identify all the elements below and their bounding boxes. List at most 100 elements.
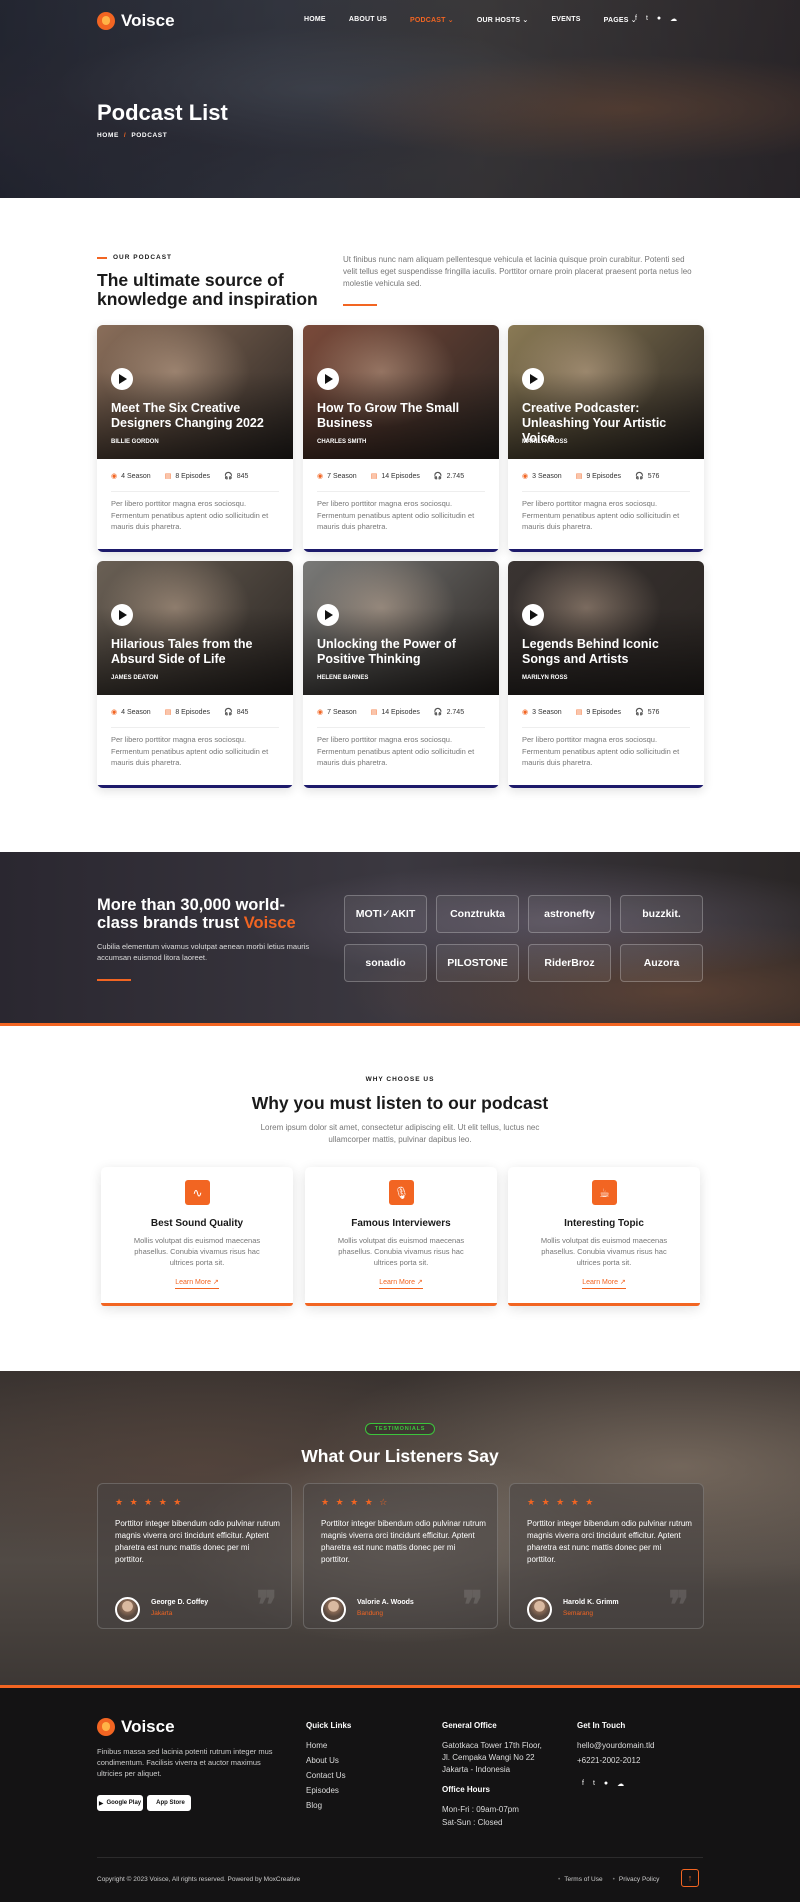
- breadcrumb-home[interactable]: HOME: [97, 132, 119, 139]
- podcast-description: Per libero porttitor magna eros sociosqu…: [522, 735, 680, 767]
- podcast-season-value: 7 Season: [327, 472, 357, 480]
- card-accent-bar: [508, 549, 704, 552]
- nav-item-pages[interactable]: PAGES ⌄: [604, 16, 637, 24]
- why-text: Lorem ipsum dolor sit amet, consectetur …: [260, 1123, 540, 1144]
- quick-link[interactable]: Episodes: [306, 1786, 339, 1795]
- learn-more-link[interactable]: Learn More ↗: [101, 1278, 293, 1289]
- podcast-title[interactable]: How To Grow The Small Business: [317, 401, 493, 431]
- feature-accent-bar: [508, 1303, 700, 1306]
- coffee-cup-icon: ☕: [592, 1180, 617, 1205]
- episodes-icon: ▤: [575, 709, 583, 716]
- page-title: Podcast List: [97, 100, 228, 125]
- learn-more-link[interactable]: Learn More ↗: [508, 1278, 700, 1289]
- podcast-card[interactable]: How To Grow The Small Business CHARLES SM…: [303, 325, 499, 552]
- podcast-card[interactable]: Unlocking the Power of Positive Thinking…: [303, 561, 499, 788]
- accent-divider: [343, 304, 377, 306]
- quick-link[interactable]: About Us: [306, 1756, 339, 1765]
- nav-item-about[interactable]: ABOUT US: [349, 16, 387, 24]
- podcast-card[interactable]: Legends Behind Iconic Songs and Artists M…: [508, 561, 704, 788]
- terms-link[interactable]: Terms of Use: [558, 1876, 602, 1883]
- learn-more-link[interactable]: Learn More ↗: [305, 1278, 497, 1289]
- footer-logo[interactable]: Voisce: [97, 1717, 175, 1737]
- episodes-icon: ▤: [164, 709, 172, 716]
- brand-logo: PILOSTONE: [436, 944, 519, 982]
- facebook-icon[interactable]: f: [635, 15, 637, 23]
- play-icon[interactable]: [317, 368, 339, 390]
- nav-item-home[interactable]: HOME: [304, 16, 326, 24]
- quick-link[interactable]: Home: [306, 1741, 327, 1750]
- whatsapp-icon[interactable]: ●: [657, 15, 661, 23]
- play-icon[interactable]: [111, 368, 133, 390]
- podcast-season: ◉ 3 Season: [522, 708, 562, 717]
- feature-card: ☕ Interesting Topic Mollis volutpat dis eu…: [508, 1167, 700, 1306]
- site-logo[interactable]: Voisce: [97, 11, 175, 31]
- podcast-title[interactable]: Meet The Six Creative Designers Changing…: [111, 401, 287, 431]
- episodes-icon: ▤: [164, 473, 172, 480]
- microphone-icon: 🎙: [389, 1180, 414, 1205]
- podcast-episodes-value: 8 Episodes: [175, 472, 210, 480]
- play-icon[interactable]: [522, 604, 544, 626]
- podcast-card[interactable]: Hilarious Tales from the Absurd Side of …: [97, 561, 293, 788]
- nav-item-events[interactable]: EVENTS: [551, 16, 580, 24]
- twitter-icon[interactable]: t: [593, 1780, 595, 1788]
- app-store-button[interactable]: App Store: [147, 1795, 191, 1811]
- footer-email[interactable]: hello@yourdomain.tld: [577, 1741, 655, 1750]
- episodes-icon: ▤: [575, 473, 583, 480]
- mic-icon: ◉: [317, 709, 324, 716]
- feature-card: 🎙 Famous Interviewers Mollis volutpat dis …: [305, 1167, 497, 1306]
- podcast-listens-value: 2.745: [446, 472, 465, 480]
- quick-link[interactable]: Contact Us: [306, 1771, 346, 1780]
- hours-title: Office Hours: [442, 1785, 491, 1794]
- hours-line: Mon-Fri : 09am-07pm: [442, 1805, 519, 1814]
- soundcloud-icon[interactable]: ☁: [670, 15, 677, 23]
- quote-icon: ❞: [462, 1582, 483, 1627]
- quote-icon: ❞: [256, 1582, 277, 1627]
- podcast-title[interactable]: Legends Behind Iconic Songs and Artists: [522, 637, 698, 667]
- brand-logo: RiderBroz: [528, 944, 611, 982]
- play-icon[interactable]: [317, 604, 339, 626]
- reviewer-location: Semarang: [563, 1610, 593, 1617]
- podcast-title[interactable]: Unlocking the Power of Positive Thinking: [317, 637, 493, 667]
- quick-link[interactable]: Blog: [306, 1801, 322, 1810]
- app-store-label: App Store: [156, 1800, 185, 1806]
- brand-logo: astronefty: [528, 895, 611, 933]
- hero-banner: Voisce HOME ABOUT US PODCAST ⌄ OUR HOSTS…: [0, 0, 800, 198]
- card-accent-bar: [303, 549, 499, 552]
- podcast-meta: ◉ 3 Season ▤ 9 Episodes 🎧 576: [522, 472, 692, 481]
- logo-text: Voisce: [121, 11, 175, 30]
- podcast-title[interactable]: Hilarious Tales from the Absurd Side of …: [111, 637, 287, 667]
- podcast-season: ◉ 3 Season: [522, 472, 562, 481]
- privacy-link[interactable]: Privacy Policy: [613, 1876, 659, 1883]
- podcast-card[interactable]: Creative Podcaster: Unleashing Your Arti…: [508, 325, 704, 552]
- avatar: [527, 1597, 552, 1622]
- podcast-listens: 🎧 576: [635, 472, 659, 481]
- facebook-icon[interactable]: f: [582, 1780, 584, 1788]
- card-accent-bar: [303, 785, 499, 788]
- podcast-meta: ◉ 3 Season ▤ 9 Episodes 🎧 576: [522, 708, 692, 717]
- podcast-card[interactable]: Meet The Six Creative Designers Changing…: [97, 325, 293, 552]
- play-icon[interactable]: [111, 604, 133, 626]
- podcast-description: Per libero porttitor magna eros sociosqu…: [317, 735, 475, 767]
- whatsapp-icon[interactable]: ●: [604, 1780, 608, 1788]
- play-icon[interactable]: [522, 368, 544, 390]
- twitter-icon[interactable]: t: [646, 15, 648, 23]
- office-line: Jakarta - Indonesia: [442, 1765, 511, 1774]
- mic-icon: ◉: [522, 709, 529, 716]
- nav-item-podcast[interactable]: PODCAST ⌄: [410, 16, 454, 24]
- headphones-icon: 🎧: [634, 709, 644, 716]
- headphones-icon: 🎧: [433, 709, 443, 716]
- podcast-episodes: ▤ 14 Episodes: [371, 708, 420, 717]
- podcast-meta: ◉ 4 Season ▤ 8 Episodes 🎧 845: [111, 472, 281, 481]
- podcast-meta: ◉ 7 Season ▤ 14 Episodes 🎧 2.745: [317, 708, 487, 717]
- back-to-top-button[interactable]: ↑: [681, 1869, 699, 1887]
- soundcloud-icon[interactable]: ☁: [617, 1780, 624, 1788]
- podcast-season: ◉ 7 Season: [317, 472, 357, 481]
- feature-description: Mollis volutpat dis euismod maecenas pha…: [337, 1236, 465, 1267]
- podcast-description: Per libero porttitor magna eros sociosqu…: [317, 499, 475, 531]
- podcast-season-value: 4 Season: [121, 708, 151, 716]
- brand-logo: Auzora: [620, 944, 703, 982]
- google-play-button[interactable]: ▶ Google Play: [97, 1795, 143, 1811]
- nav-item-hosts[interactable]: OUR HOSTS ⌄: [477, 16, 529, 24]
- footer-phone[interactable]: +6221-2002-2012: [577, 1756, 640, 1765]
- podcast-author: MARILYN ROSS: [522, 675, 568, 681]
